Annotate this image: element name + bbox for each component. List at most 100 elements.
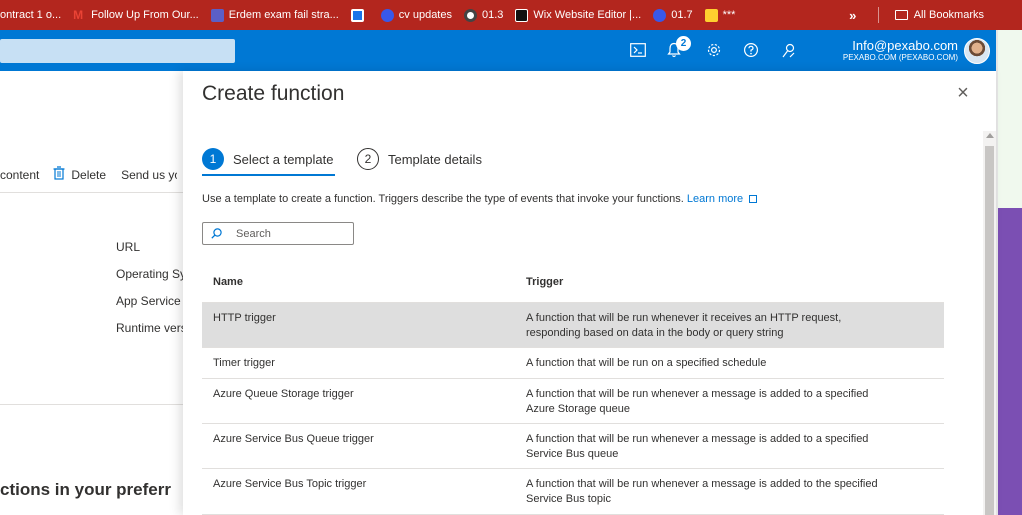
teams-icon <box>210 8 224 22</box>
template-name: Azure Queue Storage trigger <box>213 388 354 400</box>
search-input[interactable] <box>236 227 336 240</box>
cloud-shell-icon[interactable] <box>628 40 648 60</box>
trash-icon[interactable] <box>53 166 65 183</box>
create-function-panel: Create function × 1 Select a template 2 … <box>183 71 996 515</box>
folder-icon <box>894 10 908 20</box>
bookmarks-overflow-button[interactable]: » <box>838 8 868 23</box>
toolbar-delete-button[interactable]: Delete <box>71 168 106 182</box>
active-step-indicator <box>202 174 335 176</box>
bookmark-label: Erdem exam fail stra... <box>228 9 339 21</box>
description-line: responding based on data in the body or … <box>526 327 784 339</box>
description-line: A function that will be run on a specifi… <box>526 357 767 369</box>
account-info[interactable]: Info@pexabo.com PEXABO.COM (PEXABO.COM) <box>843 39 958 63</box>
bookmark-label: 01.3 <box>481 9 504 21</box>
property-runtime-label: Runtime vers <box>116 321 183 335</box>
scroll-up-arrow-icon[interactable] <box>986 133 994 138</box>
azure-top-bar: 2 Info@pexabo.com PEXABO.COM (PEXABO.COM… <box>0 30 996 71</box>
template-name: Azure Service Bus Topic trigger <box>213 478 367 490</box>
help-icon[interactable] <box>741 40 761 60</box>
step-template-details[interactable]: 2 Template details <box>357 148 482 170</box>
external-link-icon <box>749 195 758 204</box>
step-number: 1 <box>202 148 224 170</box>
template-name: Timer trigger <box>213 357 275 369</box>
close-icon[interactable]: × <box>953 83 973 103</box>
panel-description: Use a template to create a function. Tri… <box>202 193 758 205</box>
panel-title: Create function <box>202 82 345 105</box>
property-app-service-label: App Service I <box>116 294 183 308</box>
template-description: A function that will be run whenever a m… <box>526 477 944 507</box>
template-name: HTTP trigger <box>213 312 276 324</box>
description-line: A function that will be run whenever it … <box>526 312 842 324</box>
calendar-icon <box>350 8 364 22</box>
bookmark-label: cv updates <box>398 9 452 21</box>
table-row[interactable]: Azure Service Bus Topic trigger A functi… <box>202 469 944 515</box>
settings-gear-icon[interactable] <box>704 40 724 60</box>
table-row[interactable]: HTTP trigger A function that will be run… <box>202 303 944 348</box>
step-label: Template details <box>388 151 482 167</box>
search-icon <box>211 228 222 239</box>
bookmarks-right: » All Bookmarks <box>827 0 1022 30</box>
panel-scrollbar[interactable] <box>983 131 996 515</box>
bookmarks-divider <box>877 7 879 23</box>
column-header-trigger[interactable]: Trigger <box>526 275 944 290</box>
background-toolbar: content Delete Send us yo <box>0 166 177 183</box>
property-url-label: URL <box>116 240 141 254</box>
step-label: Select a template <box>233 151 334 167</box>
description-text: Use a template to create a function. Tri… <box>202 193 684 205</box>
wordpress-icon <box>653 8 667 22</box>
avatar[interactable] <box>964 38 990 64</box>
bookmark-calendar[interactable] <box>345 0 375 30</box>
bookmark-label: ontract 1 o... <box>0 9 62 21</box>
wix-icon <box>515 8 529 22</box>
gmail-icon: M <box>73 7 84 22</box>
bookmark-contract[interactable]: ontract 1 o... <box>0 0 67 30</box>
account-email: Info@pexabo.com <box>852 38 958 53</box>
toolbar-content-button[interactable]: content <box>0 168 39 182</box>
description-line: Service Bus topic <box>526 493 611 505</box>
toolbar-send-feedback-button[interactable]: Send us yo <box>121 168 177 182</box>
template-description: A function that will be run whenever it … <box>526 311 944 341</box>
description-line: A function that will be run whenever a m… <box>526 433 869 445</box>
feedback-icon[interactable] <box>779 40 799 60</box>
background-divider <box>0 192 183 193</box>
bookmark-label: Wix Website Editor |... <box>533 9 642 21</box>
bookmark-miro[interactable]: *** <box>699 0 742 30</box>
all-bookmarks-label: All Bookmarks <box>913 9 984 21</box>
bookmark-013[interactable]: 01.3 <box>458 0 509 30</box>
template-description: A function that will be run whenever a m… <box>526 432 944 462</box>
background-section-heading: ctions in your preferr <box>0 480 171 499</box>
chatgpt-icon <box>463 8 477 22</box>
account-directory: PEXABO.COM (PEXABO.COM) <box>842 53 958 62</box>
step-select-template[interactable]: 1 Select a template <box>202 148 333 170</box>
adjacent-window-purple <box>998 208 1022 515</box>
notification-count-badge: 2 <box>676 36 691 51</box>
bookmark-follow-up[interactable]: M Follow Up From Our... <box>67 0 205 30</box>
background-divider <box>0 404 183 405</box>
bookmark-label: 01.7 <box>671 9 693 21</box>
table-row[interactable]: Timer trigger A function that will be ru… <box>202 348 944 379</box>
bookmark-cv-updates[interactable]: cv updates <box>375 0 458 30</box>
template-name: Azure Service Bus Queue trigger <box>213 433 374 445</box>
column-header-name[interactable]: Name <box>202 275 526 290</box>
wordpress-icon <box>380 8 394 22</box>
adjacent-window-green <box>998 30 1022 208</box>
step-number: 2 <box>357 148 379 170</box>
table-row[interactable]: Azure Service Bus Queue trigger A functi… <box>202 424 944 469</box>
template-description: A function that will be run whenever a m… <box>526 387 944 417</box>
all-bookmarks-button[interactable]: All Bookmarks <box>889 0 1022 30</box>
miro-icon <box>704 8 718 22</box>
template-search-box[interactable] <box>202 222 354 245</box>
bookmark-017[interactable]: 01.7 <box>647 0 698 30</box>
global-search-box[interactable] <box>0 39 235 63</box>
bookmarks-bar: ontract 1 o... M Follow Up From Our... E… <box>0 0 1022 30</box>
bookmark-wix[interactable]: Wix Website Editor |... <box>509 0 647 30</box>
bookmark-erdem-exam[interactable]: Erdem exam fail stra... <box>205 0 345 30</box>
template-description: A function that will be run on a specifi… <box>526 356 944 371</box>
bookmark-label: *** <box>722 9 736 21</box>
description-line: Azure Storage queue <box>526 403 630 415</box>
learn-more-link[interactable]: Learn more <box>687 193 743 205</box>
scrollbar-thumb[interactable] <box>985 146 994 515</box>
bookmark-label: Follow Up From Our... <box>91 9 199 21</box>
template-table: Name Trigger HTTP trigger A function tha… <box>202 263 944 515</box>
table-row[interactable]: Azure Queue Storage trigger A function t… <box>202 379 944 424</box>
